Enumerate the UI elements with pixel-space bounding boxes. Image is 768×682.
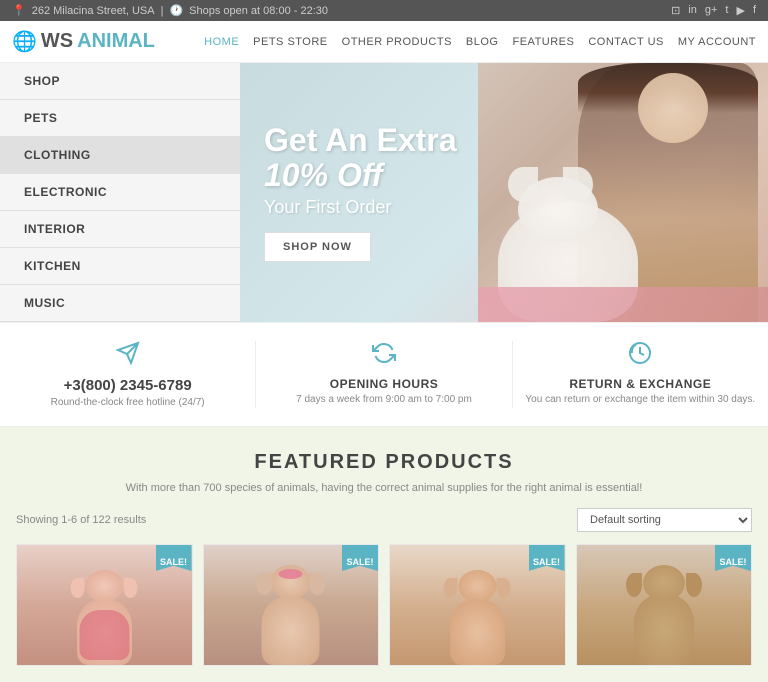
nav-other-products[interactable]: OTHER PRODUCTS — [342, 36, 452, 48]
hero-title: Get An Extra 10% Off — [264, 123, 457, 193]
product-image-4: Sale! — [577, 545, 752, 665]
hero-banner: Get An Extra 10% Off Your First Order SH… — [240, 63, 768, 322]
info-return: RETURN & EXCHANGE You can return or exch… — [513, 341, 768, 408]
logo-icon: 🌐 — [12, 29, 37, 54]
product-image-1: Sale! — [17, 545, 192, 665]
hours-title: OPENING HOURS — [266, 377, 501, 391]
sort-select[interactable]: Default sorting Sort by popularity Sort … — [577, 508, 752, 532]
info-strip: +3(800) 2345-6789 Round-the-clock free h… — [0, 322, 768, 427]
hero-face-shape — [638, 73, 708, 143]
product-card-4[interactable]: Sale! — [576, 544, 753, 666]
logo-ws: WS — [41, 30, 73, 53]
hero-dog-ear-right — [563, 167, 593, 202]
sidebar-item-interior[interactable]: INTERIOR — [0, 211, 240, 248]
hours-text: Shops open at 08:00 - 22:30 — [189, 5, 328, 17]
dog-figure-1 — [67, 570, 142, 665]
main-content: 🐾 🐾 🐾 SHOP PETS CLOTHING ELECTRONIC INTE… — [0, 63, 768, 322]
info-hours: OPENING HOURS 7 days a week from 9:00 am… — [256, 341, 512, 408]
twitter-icon[interactable]: t — [725, 4, 728, 17]
featured-title: FEATURED PRODUCTS — [16, 451, 752, 474]
sidebar-item-pets[interactable]: PETS — [0, 100, 240, 137]
sidebar: 🐾 🐾 🐾 SHOP PETS CLOTHING ELECTRONIC INTE… — [0, 63, 240, 322]
hero-image — [478, 63, 768, 322]
logo-animal: ANIMAL — [77, 30, 155, 53]
featured-desc: With more than 700 species of animals, h… — [16, 482, 752, 494]
sale-badge-1: Sale! — [156, 545, 192, 571]
nav-home[interactable]: HOME — [204, 36, 239, 48]
hours-icon — [266, 341, 501, 371]
sale-badge-4: Sale! — [715, 545, 751, 571]
sidebar-item-shop[interactable]: SHOP — [0, 63, 240, 100]
logo[interactable]: 🌐 WS ANIMAL — [12, 29, 155, 54]
product-card-3[interactable]: Sale! — [389, 544, 566, 666]
product-image-2: Sale! — [204, 545, 379, 665]
phone-desc: Round-the-clock free hotline (24/7) — [10, 397, 245, 408]
featured-controls: Showing 1-6 of 122 results Default sorti… — [16, 508, 752, 532]
product-image-3: Sale! — [390, 545, 565, 665]
top-bar: 📍 262 Milacina Street, USA | 🕐 Shops ope… — [0, 0, 768, 21]
location-icon: 📍 — [12, 4, 26, 17]
return-icon — [523, 341, 758, 371]
featured-products-section: FEATURED PRODUCTS With more than 700 spe… — [0, 427, 768, 682]
shop-now-button[interactable]: SHOP NOW — [264, 232, 371, 262]
nav-contact[interactable]: CONTACT US — [588, 36, 664, 48]
youtube-icon[interactable]: ▶ — [736, 4, 744, 17]
facebook-icon[interactable]: f — [753, 4, 756, 17]
hero-table — [478, 287, 768, 322]
hero-dog-ear-left — [508, 167, 538, 202]
top-bar-left: 📍 262 Milacina Street, USA | 🕐 Shops ope… — [12, 4, 328, 17]
dog-figure-4 — [624, 565, 704, 665]
social-icons: ⊡ in g+ t ▶ f — [671, 4, 756, 17]
hours-desc: 7 days a week from 9:00 am to 7:00 pm — [266, 394, 501, 405]
instagram-icon[interactable]: ⊡ — [671, 4, 680, 17]
sale-badge-2: Sale! — [342, 545, 378, 571]
nav-pets-store[interactable]: PETS STORE — [253, 36, 327, 48]
product-grid: Sale! Sale! — [16, 544, 752, 666]
linkedin-icon[interactable]: in — [688, 4, 697, 17]
return-title: RETURN & EXCHANGE — [523, 377, 758, 391]
main-nav: HOME PETS STORE OTHER PRODUCTS BLOG FEAT… — [204, 36, 756, 48]
phone-number: +3(800) 2345-6789 — [10, 377, 245, 394]
dog-figure-2 — [253, 565, 328, 665]
hero-subtitle: Your First Order — [264, 197, 457, 218]
info-phone: +3(800) 2345-6789 Round-the-clock free h… — [0, 341, 256, 408]
nav-account[interactable]: MY ACCOUNT — [678, 36, 756, 48]
googleplus-icon[interactable]: g+ — [705, 4, 718, 17]
sale-badge-3: Sale! — [529, 545, 565, 571]
hero-content: Get An Extra 10% Off Your First Order SH… — [240, 103, 477, 282]
showing-label: Showing 1-6 of 122 results — [16, 514, 146, 526]
product-card-1[interactable]: Sale! — [16, 544, 193, 666]
nav-features[interactable]: FEATURES — [513, 36, 575, 48]
hours-icon: 🕐 — [169, 4, 183, 17]
return-desc: You can return or exchange the item with… — [523, 394, 758, 405]
product-card-2[interactable]: Sale! — [203, 544, 380, 666]
sidebar-item-kitchen[interactable]: KITCHEN — [0, 248, 240, 285]
sidebar-item-clothing[interactable]: CLOTHING — [0, 137, 240, 174]
sidebar-item-electronic[interactable]: ELECTRONIC — [0, 174, 240, 211]
address-text: 262 Milacina Street, USA — [32, 5, 155, 17]
header: 🌐 WS ANIMAL HOME PETS STORE OTHER PRODUC… — [0, 21, 768, 63]
dog-figure-3 — [440, 570, 515, 665]
separator: | — [161, 5, 164, 17]
sidebar-item-music[interactable]: MUSIC — [0, 285, 240, 322]
phone-icon — [10, 341, 245, 371]
sidebar-menu: SHOP PETS CLOTHING ELECTRONIC INTERIOR K… — [0, 63, 240, 322]
nav-blog[interactable]: BLOG — [466, 36, 499, 48]
